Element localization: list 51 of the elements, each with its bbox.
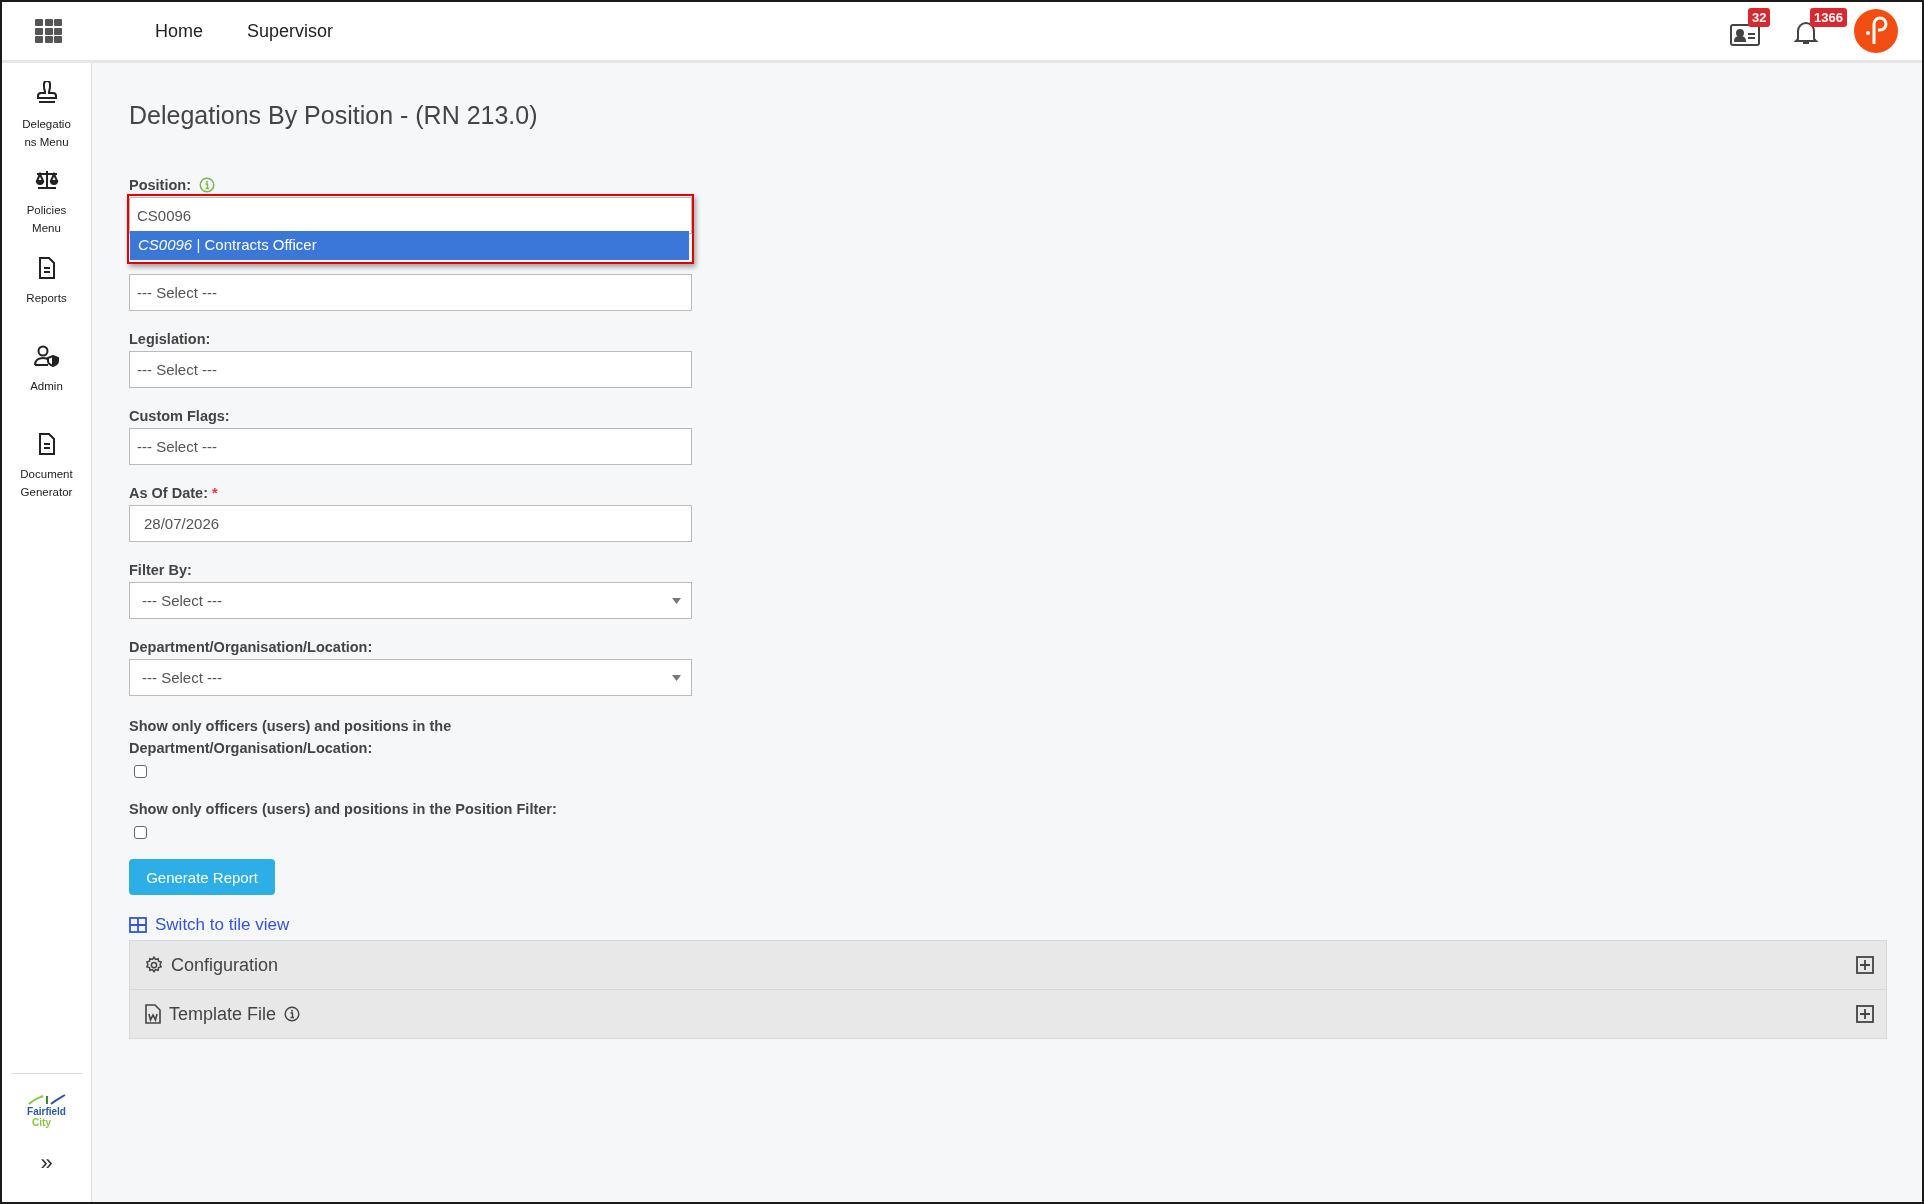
- field-label: As Of Date:: [129, 484, 208, 502]
- page-title: Delegations By Position - (RN 213.0): [129, 101, 539, 130]
- collapsible-panel-header[interactable]: Configuration: [129, 940, 1887, 990]
- expand-icon[interactable]: [1856, 1005, 1874, 1023]
- user-shield-icon: [32, 345, 61, 367]
- contact-card-icon[interactable]: [1730, 22, 1760, 46]
- switch-view-link[interactable]: Switch to tile view: [129, 915, 290, 935]
- expand-sidebar-button[interactable]: »: [40, 1150, 53, 1176]
- nav-link[interactable]: Supervisor: [247, 20, 334, 42]
- required-mark: *: [211, 484, 218, 502]
- document-icon: [37, 257, 56, 279]
- sidebar-item[interactable]: Delegations Menu: [19, 81, 74, 151]
- checkbox[interactable]: [134, 765, 147, 778]
- sidebar-item[interactable]: Reports: [19, 257, 74, 327]
- stamp-icon: [35, 81, 58, 105]
- checkbox-label: Show only officers (users) and positions in the Department/Organisation/Location:: [129, 717, 453, 758]
- field-label: Department/Organisation/Location:: [129, 638, 373, 656]
- document-icon: [37, 433, 56, 455]
- dropdown-field[interactable]: --- Select ---: [129, 659, 692, 696]
- field-label: Legislation:: [129, 330, 211, 348]
- checkbox[interactable]: [134, 826, 147, 839]
- caret-icon: [672, 674, 681, 681]
- select-field[interactable]: --- Select ---: [129, 274, 692, 311]
- word-document-icon: [145, 1004, 161, 1024]
- logo-text: City: [32, 1117, 51, 1128]
- select-field[interactable]: --- Select ---: [129, 428, 692, 465]
- expand-icon[interactable]: [1856, 956, 1874, 974]
- collapsible-panel-header[interactable]: Template File: [129, 990, 1887, 1039]
- dropdown-field[interactable]: --- Select ---: [129, 582, 692, 619]
- notification-badge: 1366: [1810, 8, 1847, 27]
- field-label: Position:: [129, 176, 192, 194]
- swoosh-icon: [26, 1092, 67, 1106]
- settings-icon: [145, 956, 163, 974]
- sidebar-item[interactable]: Document Generator: [19, 433, 74, 503]
- caret-icon: [672, 597, 681, 604]
- nav-link[interactable]: Home: [155, 20, 203, 42]
- date-field[interactable]: 28/07/2026: [129, 505, 692, 542]
- notification-badge: 32: [1748, 8, 1771, 27]
- field-label: Filter By:: [129, 561, 192, 579]
- grid-icon: [129, 917, 147, 933]
- scales-icon: [33, 169, 60, 191]
- sidebar-item[interactable]: Admin: [19, 345, 74, 415]
- logo-text: Fairfield: [27, 1106, 66, 1117]
- dropdown-option[interactable]: CS0096 | Contracts Officer: [130, 231, 689, 260]
- field-label: Custom Flags:: [129, 407, 230, 425]
- info-icon[interactable]: [284, 1006, 301, 1022]
- sidebar-item[interactable]: Policies Menu: [19, 169, 74, 239]
- checkbox-label: Show only officers (users) and positions in the Position Filter:: [129, 800, 558, 819]
- select-field[interactable]: --- Select ---: [129, 351, 692, 388]
- app-launcher-icon[interactable]: [35, 19, 62, 43]
- user-avatar[interactable]: [1854, 9, 1898, 53]
